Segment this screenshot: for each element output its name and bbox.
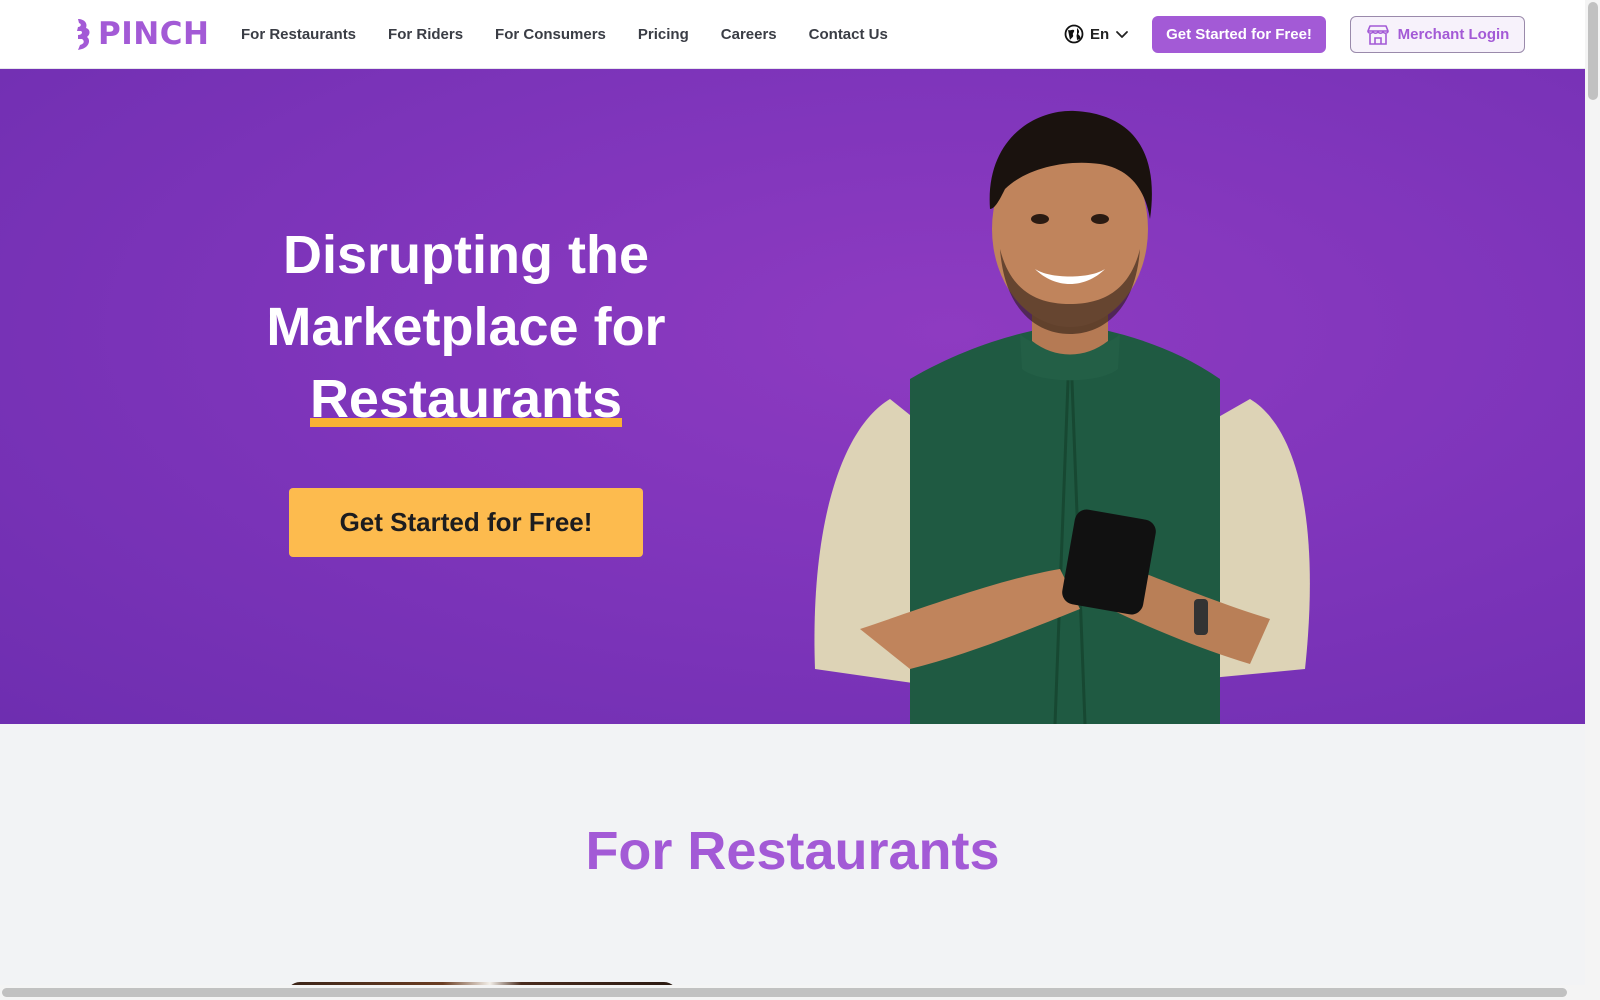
get-started-button[interactable]: Get Started for Free! xyxy=(1152,16,1326,53)
chevron-down-icon xyxy=(1116,31,1129,38)
nav-contact-us[interactable]: Contact Us xyxy=(809,26,888,43)
vertical-scrollbar-thumb[interactable] xyxy=(1588,2,1598,100)
nav-pricing[interactable]: Pricing xyxy=(638,26,689,43)
nav-for-restaurants[interactable]: For Restaurants xyxy=(241,26,356,43)
storefront-icon xyxy=(1366,24,1389,45)
section-title: For Restaurants xyxy=(585,821,1000,881)
hero-title: Disrupting the Marketplace for Restauran… xyxy=(246,219,686,435)
logo-text: PINCH xyxy=(98,16,210,52)
merchant-login-button[interactable]: Merchant Login xyxy=(1350,16,1525,53)
horizontal-scrollbar-thumb[interactable] xyxy=(2,988,1567,997)
main-nav: For Restaurants For Riders For Consumers… xyxy=(241,0,920,69)
hero-title-highlight: Restaurants xyxy=(309,363,623,435)
top-navbar: PINCH For Restaurants For Riders For Con… xyxy=(0,0,1585,69)
pinch-logo-icon xyxy=(77,19,90,50)
pinch-logo[interactable]: PINCH xyxy=(72,16,209,52)
nav-for-riders[interactable]: For Riders xyxy=(388,26,463,43)
nav-careers[interactable]: Careers xyxy=(721,26,777,43)
language-label: En xyxy=(1090,25,1110,43)
hero-get-started-button[interactable]: Get Started for Free! xyxy=(289,488,643,557)
hero-person-image xyxy=(814,110,1310,724)
vertical-scrollbar-track[interactable] xyxy=(1585,0,1600,1000)
hero-title-line-1: Disrupting the xyxy=(283,225,649,285)
hero-banner: Disrupting the Marketplace for Restauran… xyxy=(0,69,1585,724)
hero-title-line-2: Marketplace for xyxy=(266,297,666,357)
nav-for-consumers[interactable]: For Consumers xyxy=(495,26,606,43)
merchant-login-label: Merchant Login xyxy=(1397,26,1510,43)
language-selector[interactable]: En xyxy=(1064,23,1129,45)
globe-icon xyxy=(1064,24,1084,44)
